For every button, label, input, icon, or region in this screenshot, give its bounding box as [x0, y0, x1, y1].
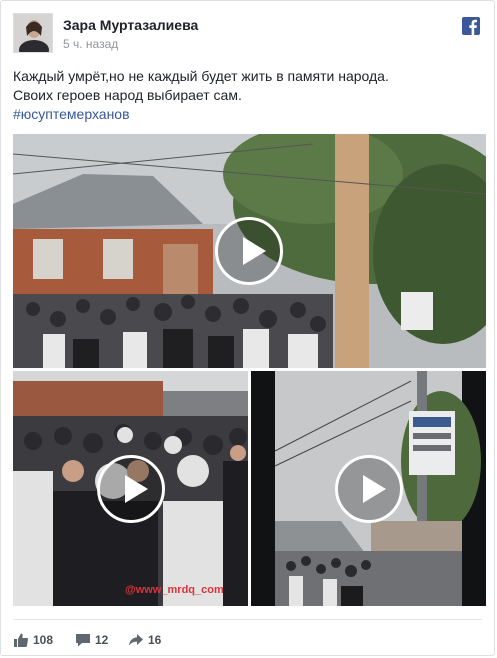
like-count: 108: [33, 633, 54, 647]
video-watermark: @www_mrdq_com: [125, 584, 224, 596]
share-stat[interactable]: 16: [128, 632, 178, 648]
author-name[interactable]: Зара Муртазалиева: [63, 17, 198, 33]
post-timestamp[interactable]: 5 ч. назад: [63, 37, 118, 51]
facebook-icon[interactable]: [462, 17, 480, 35]
post-text-line: Каждый умрёт,но не каждый будет жить в п…: [13, 68, 389, 84]
comment-count: 12: [95, 633, 109, 647]
comment-icon: [76, 634, 90, 647]
video-thumbnail-main[interactable]: [13, 134, 486, 368]
share-icon: [129, 634, 143, 646]
post-footer: 108 12 16: [13, 619, 482, 656]
post-text: Каждый умрёт,но не каждый будет жить в п…: [13, 67, 482, 124]
like-stat[interactable]: 108: [13, 632, 73, 648]
like-icon: [14, 633, 29, 647]
video-thumbnail-left[interactable]: @www_mrdq_com: [13, 371, 248, 606]
share-count: 16: [148, 633, 162, 647]
avatar[interactable]: [13, 13, 53, 53]
play-button-icon[interactable]: [335, 455, 403, 523]
post-card: Зара Муртазалиева 5 ч. назад Каждый умрё…: [0, 0, 495, 656]
video-thumbnail-right[interactable]: [251, 371, 486, 606]
post-text-line: Своих героев народ выбирает сам.: [13, 87, 242, 103]
play-button-icon[interactable]: [97, 455, 165, 523]
post-header: Зара Муртазалиева 5 ч. назад: [13, 13, 482, 57]
hashtag-link[interactable]: #юсуптемерханов: [13, 105, 482, 124]
comment-stat[interactable]: 12: [75, 632, 125, 648]
play-button-icon[interactable]: [215, 217, 283, 285]
